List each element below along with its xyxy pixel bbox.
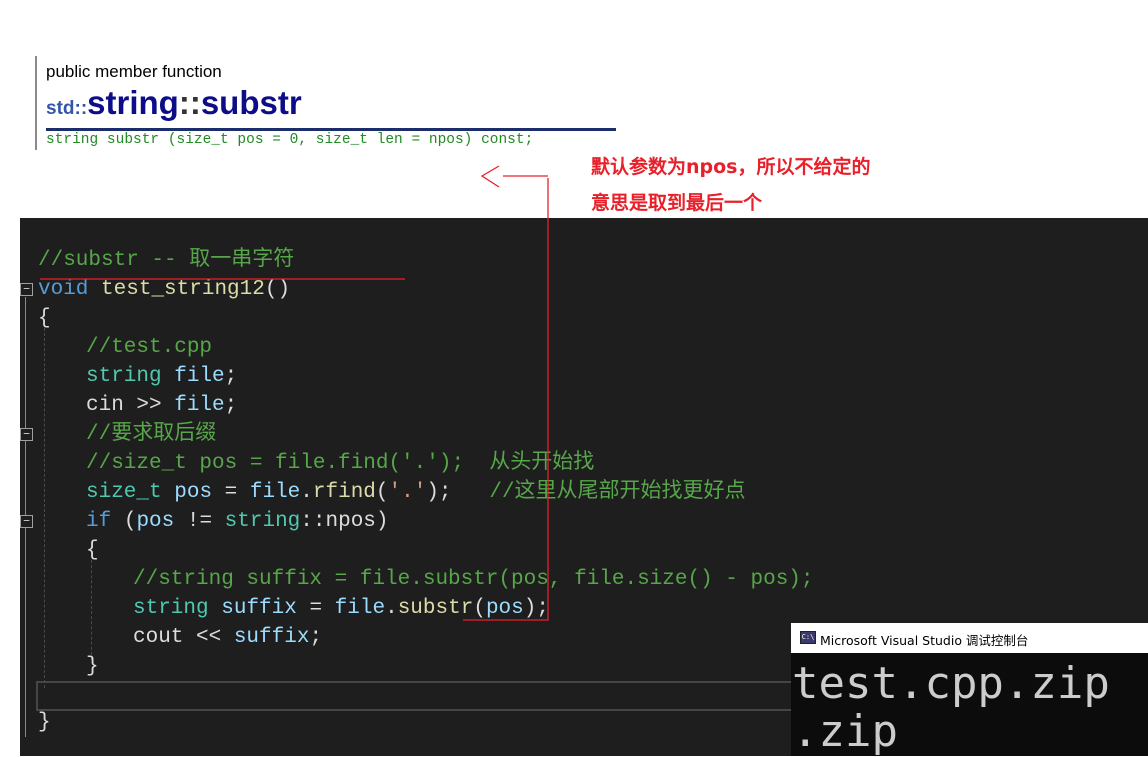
code-line-8: //size_t pos = file.find('.'); 从头开始找 xyxy=(86,452,595,475)
reference-scope-sep: :: xyxy=(178,84,201,121)
code-line-11: { xyxy=(86,539,99,562)
console-output-line-2: .zip xyxy=(792,706,898,757)
console-app-icon: C:\ xyxy=(800,631,816,644)
code-line-10: if (pos != string::npos) xyxy=(86,510,389,533)
annotation-line-1: 默认参数为npos，所以不给定的 xyxy=(591,156,871,178)
reference-label: public member function xyxy=(46,62,222,81)
annotation-arrowhead xyxy=(480,165,500,188)
reference-class: string xyxy=(87,84,179,121)
code-line-17: } xyxy=(38,711,51,734)
reference-divider xyxy=(46,128,616,131)
current-line-highlight xyxy=(36,681,812,711)
code-line-5: string file; xyxy=(86,365,238,388)
reference-namespace: std:: xyxy=(46,98,88,119)
reference-signature: string substr (size_t pos = 0, size_t le… xyxy=(46,132,534,148)
indent-guide xyxy=(44,328,45,688)
code-line-3: { xyxy=(38,307,51,330)
annotation-line-2: 意思是取到最后一个 xyxy=(591,192,763,214)
console-title-bar[interactable]: C:\ Microsoft Visual Studio 调试控制台 xyxy=(791,623,1148,653)
fold-toggle-icon[interactable]: − xyxy=(20,515,33,528)
fold-toggle-icon[interactable]: − xyxy=(20,428,33,441)
code-line-4: //test.cpp xyxy=(86,336,213,359)
code-line-9: size_t pos = file.rfind('.'); //这里从尾部开始找… xyxy=(86,481,746,504)
reference-snippet: public member function std::string::subs… xyxy=(35,56,635,152)
fold-line xyxy=(25,297,26,727)
fold-line-end xyxy=(25,725,26,737)
reference-border xyxy=(35,56,37,150)
code-line-1: //substr -- 取一串字符 xyxy=(38,249,295,272)
code-line-6: cin >> file; xyxy=(86,394,238,417)
fold-toggle-icon[interactable]: − xyxy=(20,283,33,296)
console-output-line-1: test.cpp.zip xyxy=(792,658,1110,709)
console-title: Microsoft Visual Studio 调试控制台 xyxy=(820,633,1029,648)
reference-function: substr xyxy=(200,84,302,121)
code-line-13: string suffix = file.substr(pos); xyxy=(133,597,549,620)
code-line-12: //string suffix = file.substr(pos, file.… xyxy=(133,568,814,591)
reference-title: std::string::substr xyxy=(46,84,302,122)
code-line-15: } xyxy=(86,655,99,678)
code-line-14: cout << suffix; xyxy=(133,626,323,649)
code-line-2: void test_string12() xyxy=(38,278,291,301)
code-line-7: //要求取后缀 xyxy=(86,423,217,446)
debug-console-window[interactable]: C:\ Microsoft Visual Studio 调试控制台 test.c… xyxy=(791,623,1148,756)
indent-guide xyxy=(91,560,92,660)
